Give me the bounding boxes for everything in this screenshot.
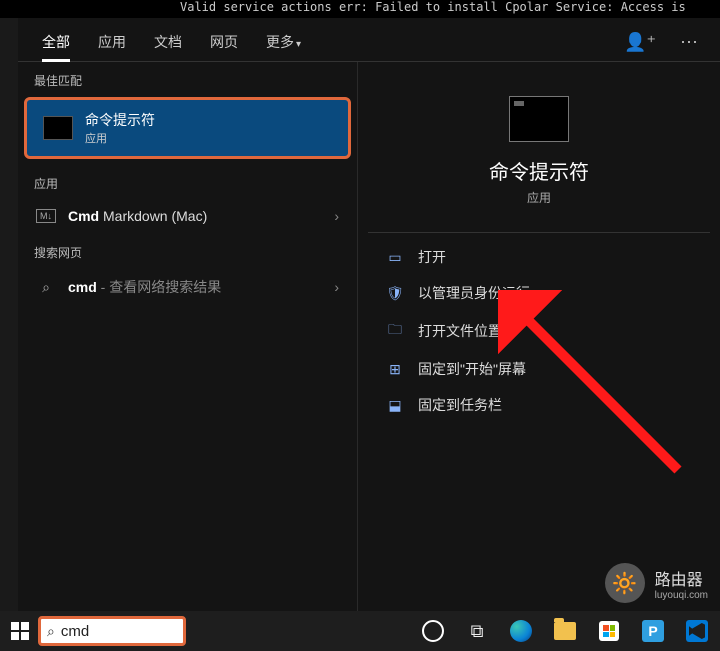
tab-all[interactable]: 全部 bbox=[28, 24, 84, 62]
watermark-sub: luyouqi.com bbox=[655, 590, 708, 601]
pin-taskbar-icon: ⬓ bbox=[386, 397, 404, 414]
app-p-button[interactable]: P bbox=[634, 611, 672, 651]
people-icon[interactable]: 👤⁺ bbox=[612, 24, 668, 61]
best-match-text: 命令提示符 应用 bbox=[85, 110, 155, 146]
search-icon: ⌕ bbox=[47, 623, 55, 640]
chevron-right-icon: › bbox=[334, 279, 339, 295]
watermark: 🔆 路由器 luyouqi.com bbox=[605, 563, 708, 603]
taskbar-search-box[interactable]: ⌕ bbox=[38, 616, 186, 646]
best-match-sub: 应用 bbox=[85, 130, 155, 146]
watermark-icon: 🔆 bbox=[605, 563, 645, 603]
chevron-right-icon: › bbox=[334, 208, 339, 224]
open-icon: ▭ bbox=[386, 249, 404, 266]
taskbar: ⌕ ⧉ P bbox=[0, 611, 720, 651]
web-result-cmd[interactable]: ⌕ cmd - 查看网络搜索结果 › bbox=[18, 267, 357, 307]
store-icon bbox=[599, 621, 619, 641]
circle-icon bbox=[422, 620, 444, 642]
folder-icon: 🗀 bbox=[386, 319, 404, 343]
p-icon: P bbox=[642, 620, 664, 642]
action-open-file-location[interactable]: 🗀打开文件位置 bbox=[368, 311, 710, 351]
details-hero: 命令提示符 应用 bbox=[368, 82, 710, 224]
cmd-icon bbox=[43, 116, 73, 140]
start-button[interactable] bbox=[0, 611, 40, 651]
action-open[interactable]: ▭打开 bbox=[368, 239, 710, 275]
tab-apps[interactable]: 应用 bbox=[84, 24, 140, 62]
folder-icon bbox=[554, 622, 576, 640]
details-title: 命令提示符 bbox=[489, 156, 589, 185]
watermark-title: 路由器 bbox=[655, 566, 708, 590]
start-search-panel: 全部 应用 文档 网页 更多▾ 👤⁺ ⋯ 最佳匹配 命令提示符 应用 应用 bbox=[18, 18, 720, 611]
task-view-button[interactable]: ⧉ bbox=[458, 611, 496, 651]
details-pane: 命令提示符 应用 ▭打开 🛡以管理员身份运行 🗀打开文件位置 ⊞固定到"开始"屏… bbox=[358, 62, 720, 611]
search-tabs: 全部 应用 文档 网页 更多▾ 👤⁺ ⋯ bbox=[18, 18, 720, 62]
admin-icon: 🛡 bbox=[386, 285, 404, 302]
chevron-down-icon: ▾ bbox=[296, 39, 301, 50]
tab-documents[interactable]: 文档 bbox=[140, 24, 196, 62]
vscode-icon bbox=[686, 620, 708, 642]
task-view-icon: ⧉ bbox=[471, 621, 484, 642]
app-result-cmd-markdown[interactable]: M↓ Cmd Markdown (Mac) › bbox=[18, 198, 357, 234]
taskbar-pinned: ⧉ P bbox=[414, 611, 720, 651]
cmd-large-icon bbox=[509, 96, 569, 142]
edge-icon bbox=[510, 620, 532, 642]
action-pin-start[interactable]: ⊞固定到"开始"屏幕 bbox=[368, 351, 710, 387]
search-icon: ⌕ bbox=[36, 279, 56, 296]
ellipsis-icon[interactable]: ⋯ bbox=[668, 24, 710, 61]
results-left: 最佳匹配 命令提示符 应用 应用 M↓ Cmd Markdown (Mac) ›… bbox=[18, 62, 358, 611]
vscode-button[interactable] bbox=[678, 611, 716, 651]
windows-logo-icon bbox=[11, 622, 29, 640]
action-pin-taskbar[interactable]: ⬓固定到任务栏 bbox=[368, 387, 710, 423]
divider bbox=[368, 232, 710, 233]
best-match-item[interactable]: 命令提示符 应用 bbox=[24, 97, 351, 159]
pin-start-icon: ⊞ bbox=[386, 361, 404, 378]
search-input[interactable] bbox=[61, 623, 177, 640]
web-label: 搜索网页 bbox=[18, 234, 357, 267]
screen: Valid service actions err: Failed to ins… bbox=[0, 0, 720, 651]
results-body: 最佳匹配 命令提示符 应用 应用 M↓ Cmd Markdown (Mac) ›… bbox=[18, 62, 720, 611]
edge-button[interactable] bbox=[502, 611, 540, 651]
markdown-icon: M↓ bbox=[36, 209, 56, 223]
apps-label: 应用 bbox=[18, 165, 357, 198]
file-explorer-button[interactable] bbox=[546, 611, 584, 651]
cortana-button[interactable] bbox=[414, 611, 452, 651]
best-match-title: 命令提示符 bbox=[85, 110, 155, 130]
background-console-text: Valid service actions err: Failed to ins… bbox=[0, 0, 720, 18]
microsoft-store-button[interactable] bbox=[590, 611, 628, 651]
app-result-label: Cmd Markdown (Mac) bbox=[68, 208, 322, 224]
tab-web[interactable]: 网页 bbox=[196, 24, 252, 62]
action-run-as-admin[interactable]: 🛡以管理员身份运行 bbox=[368, 275, 710, 311]
tab-more[interactable]: 更多▾ bbox=[252, 24, 315, 62]
details-sub: 应用 bbox=[527, 189, 551, 206]
best-match-label: 最佳匹配 bbox=[18, 62, 357, 95]
web-result-label: cmd - 查看网络搜索结果 bbox=[68, 277, 322, 297]
